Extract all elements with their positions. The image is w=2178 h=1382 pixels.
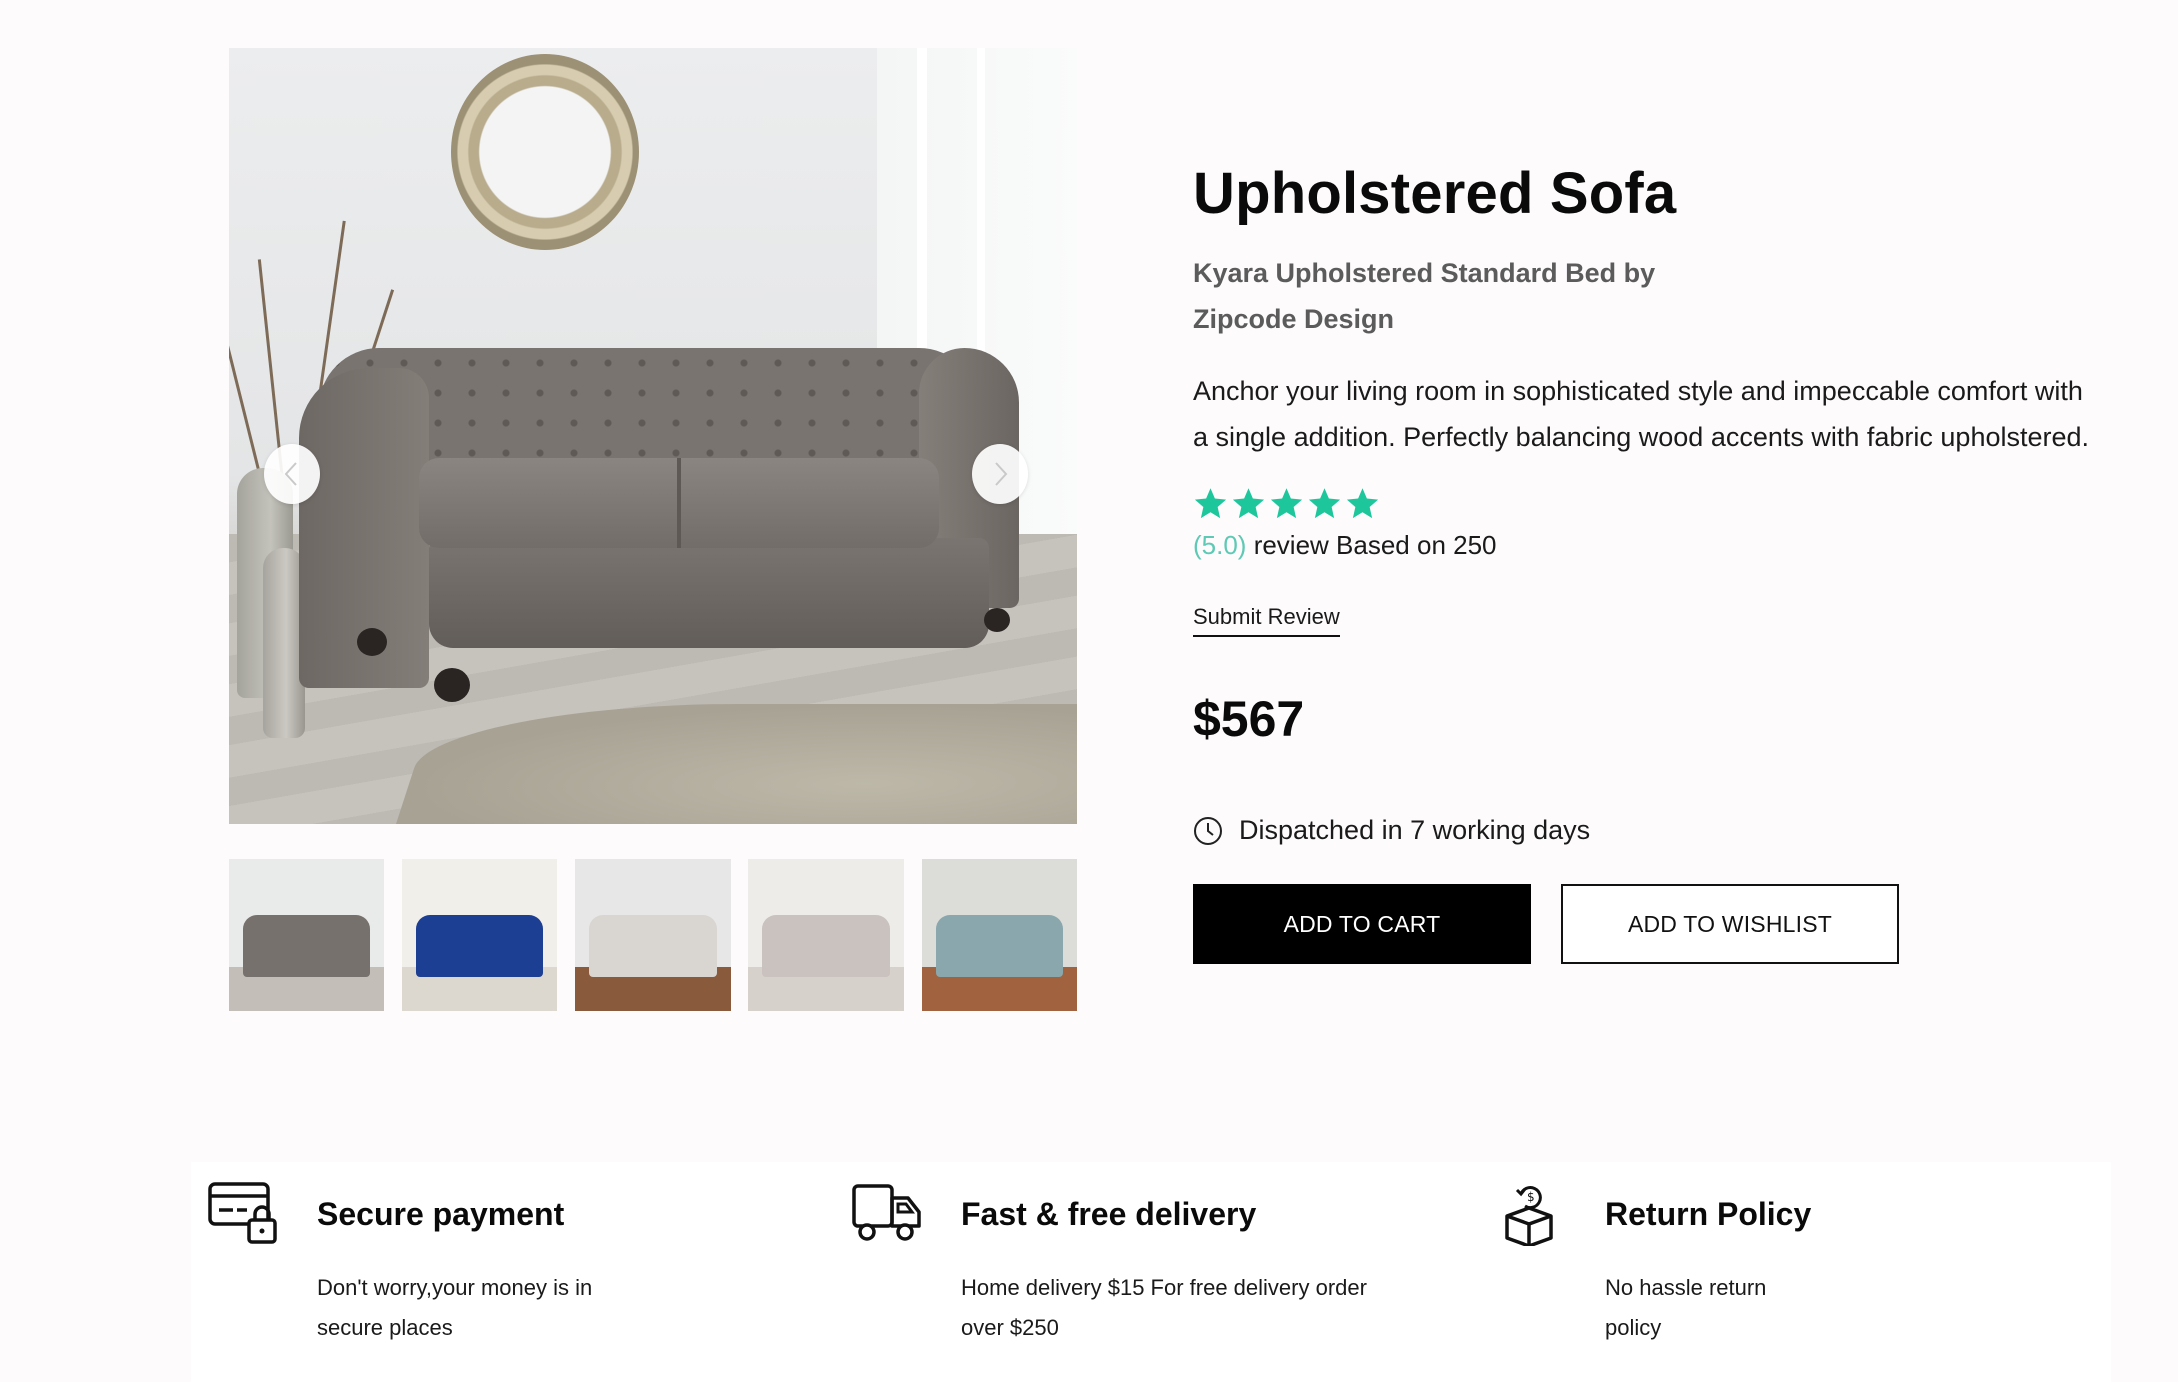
submit-review-link[interactable]: Submit Review — [1193, 604, 1340, 637]
chevron-right-icon — [995, 462, 1008, 486]
gallery-next-button[interactable] — [972, 444, 1028, 504]
credit-card-lock-icon — [208, 1182, 277, 1244]
dispatch-text: Dispatched in 7 working days — [1239, 815, 1591, 845]
gallery-prev-button[interactable] — [264, 444, 320, 504]
feature-text: No hassle return policy — [1605, 1275, 1767, 1340]
rating-value: (5.0) — [1193, 530, 1247, 560]
thumbnail-white-sofa-living-room[interactable] — [575, 859, 731, 1011]
star-icon — [1270, 488, 1303, 519]
review-summary: (5.0) review Based on 250 — [1193, 530, 1497, 561]
chevron-left-icon — [284, 462, 297, 486]
product-main-image — [229, 48, 1077, 824]
product-price: $567 — [1193, 691, 1305, 747]
sofa-leg — [357, 628, 387, 656]
review-count-text: review Based on 250 — [1246, 530, 1497, 560]
feature-title: Return Policy — [1605, 1196, 1812, 1232]
add-to-cart-button[interactable]: ADD TO CART — [1193, 884, 1531, 964]
add-to-wishlist-button[interactable]: ADD TO WISHLIST — [1561, 884, 1899, 964]
thumbnail-strip — [229, 859, 1077, 1011]
dispatch-info: Dispatched in 7 working days — [1193, 815, 1590, 846]
product-description: Anchor your living room in sophisticated… — [1193, 376, 2090, 452]
star-rating — [1193, 486, 1380, 522]
sofa-cushions — [419, 458, 939, 548]
star-icon — [1194, 488, 1227, 519]
star-icon — [1308, 488, 1341, 519]
feature-text: Don't worry,your money is in secure plac… — [317, 1275, 593, 1340]
thumbnail-sofa — [762, 915, 890, 977]
thumbnail-teal-sofa[interactable] — [922, 859, 1077, 1011]
star-icon — [1232, 488, 1265, 519]
feature-title: Secure payment — [317, 1196, 565, 1232]
thumbnail-sofa — [416, 915, 543, 977]
feature-title: Fast & free delivery — [961, 1196, 1257, 1232]
thumbnail-blue-sofa[interactable] — [402, 859, 557, 1011]
sofa-leg — [434, 668, 470, 702]
sofa-leg — [984, 608, 1010, 632]
thumbnail-beige-sofa[interactable] — [748, 859, 904, 1011]
thumbnail-sofa — [243, 915, 370, 977]
delivery-truck-icon — [852, 1184, 921, 1241]
star-icon — [1346, 488, 1379, 519]
return-box-icon: $ — [1505, 1186, 1553, 1246]
thumbnail-sofa — [589, 915, 717, 977]
product-subtitle: Kyara Upholstered Standard Bed by Zipcod… — [1193, 258, 1656, 334]
sofa-base — [429, 538, 989, 648]
product-title: Upholstered Sofa — [1193, 161, 1677, 226]
features-strip: Secure payment Don't worry,your money is… — [191, 1162, 2111, 1382]
thumbnail-grey-chesterfield[interactable] — [229, 859, 384, 1011]
thumbnail-sofa — [936, 915, 1063, 977]
svg-text:$: $ — [1527, 1190, 1535, 1204]
feature-text: Home delivery $15 For free delivery orde… — [961, 1275, 1367, 1340]
sunburst-mirror — [451, 54, 639, 250]
clock-icon — [1194, 816, 1222, 845]
